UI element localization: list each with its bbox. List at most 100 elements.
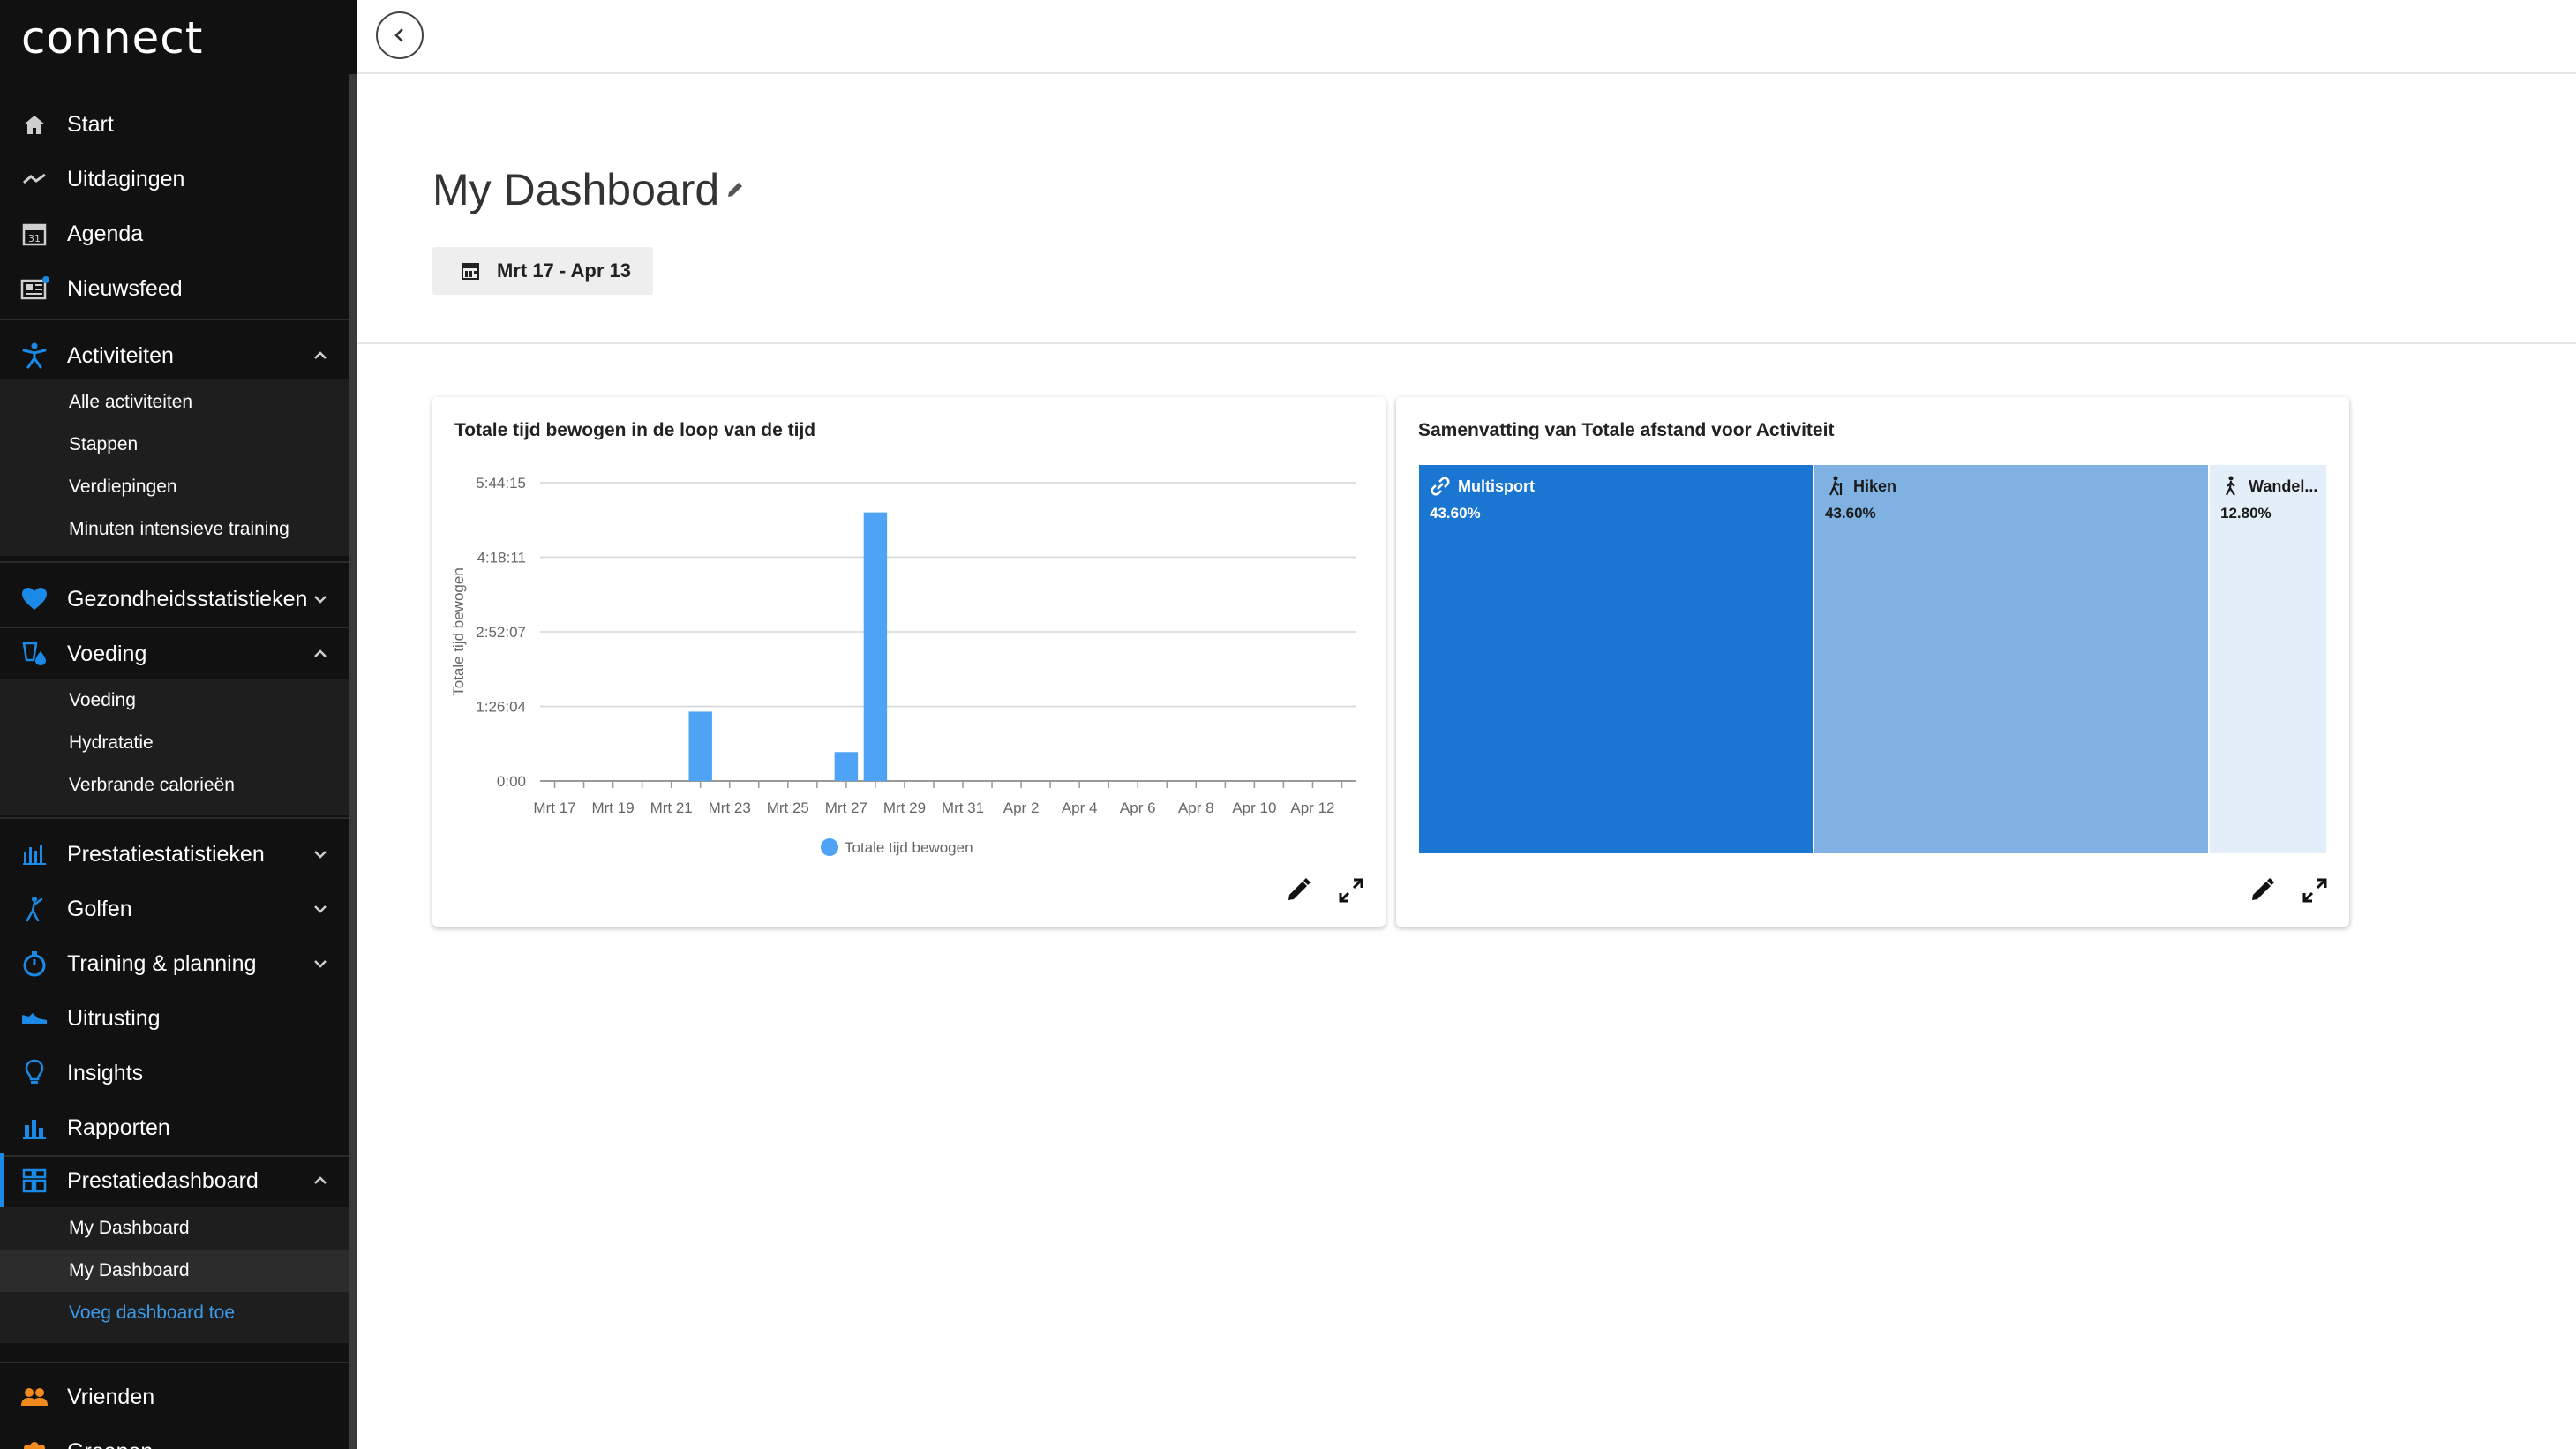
sidebar-item-label: Rapporten (67, 1115, 170, 1140)
sidebar-subitem-label: Voeding (69, 690, 136, 710)
sidebar-item-label: Gezondheidsstatistieken (67, 586, 308, 612)
x-tick-label: Apr 6 (1120, 800, 1156, 816)
sidebar-item-rapporten[interactable]: Rapporten (0, 1100, 349, 1155)
treemap-tile-name: Multisport (1458, 477, 1535, 495)
newsfeed-icon (19, 274, 49, 304)
bar (688, 711, 712, 781)
sidebar-item-voeding[interactable]: Voeding (0, 627, 349, 681)
sidebar-subitem-label: Stappen (69, 434, 139, 454)
back-button[interactable] (376, 11, 424, 59)
nutrition-icon (19, 639, 49, 669)
sidebar-item-prestatiedashboard[interactable]: Prestatiedashboard (0, 1153, 349, 1208)
sidebar-subitem-label: Alle activiteiten (69, 392, 193, 412)
stopwatch-icon (19, 949, 49, 979)
sidebar-subitem-label: Minuten intensieve training (69, 519, 289, 539)
add-dashboard-link[interactable]: Voeg dashboard toe (0, 1292, 349, 1334)
y-tick-label: 0:00 (497, 773, 526, 790)
x-tick-label: Apr 10 (1232, 800, 1276, 816)
sidebar-item-golfen[interactable]: Golfen (0, 882, 349, 936)
sidebar-subitem-my-dashboard-active[interactable]: My Dashboard (0, 1250, 349, 1292)
sidebar-item-label: Prestatiedashboard (67, 1167, 259, 1193)
sidebar-subitem-voeding[interactable]: Voeding (0, 679, 349, 722)
treemap-tile-multisport[interactable]: Multisport 43.60% (1419, 465, 1813, 853)
sidebar-subitem-alle-activiteiten[interactable]: Alle activiteiten (0, 381, 349, 424)
x-tick-label: Mrt 29 (883, 800, 926, 816)
treemap-tile-name: Hiken (1853, 477, 1897, 495)
sidebar-item-agenda[interactable]: 31 Agenda (0, 206, 349, 261)
connect-logo[interactable]: connect (21, 12, 203, 64)
sidebar-item-nieuwsfeed[interactable]: Nieuwsfeed (0, 261, 349, 316)
sidebar-item-label: Activiteiten (67, 342, 174, 368)
groups-icon (19, 1437, 49, 1449)
sidebar-item-training-planning[interactable]: Training & planning (0, 936, 349, 991)
chevron-down-icon[interactable] (311, 954, 330, 973)
edit-title-icon[interactable] (725, 180, 745, 199)
sidebar-item-label: Agenda (67, 221, 144, 246)
sidebar-subitem-verdiepingen[interactable]: Verdiepingen (0, 466, 349, 508)
legend-label: Totale tijd bewogen (845, 839, 973, 856)
x-tick-label: Mrt 21 (650, 800, 693, 816)
bar (863, 512, 888, 781)
sidebar-item-label: Start (67, 111, 114, 137)
sidebar-item-insights[interactable]: Insights (0, 1046, 349, 1100)
sidebar-item-vrienden[interactable]: Vrienden (0, 1370, 349, 1424)
sidebar-item-start[interactable]: Start (0, 97, 349, 152)
sidebar-item-groepen[interactable]: Groepen (0, 1424, 349, 1449)
bar-chart: 0:00 1:26:04 2:52:07 4:18:11 5:44:15 Totale t… (450, 475, 1356, 856)
sidebar-item-uitdagingen[interactable]: Uitdagingen (0, 152, 349, 206)
sidebar-scrollbar[interactable] (349, 74, 357, 1449)
heart-icon (19, 584, 49, 614)
card-actions (1283, 875, 1366, 905)
sidebar-subitem-verbrande-calorieen[interactable]: Verbrande calorieën (0, 764, 349, 807)
x-tick-label: Mrt 31 (942, 800, 984, 816)
sidebar-item-label: Uitrusting (67, 1005, 161, 1031)
dashboard-icon (19, 1166, 49, 1196)
sidebar-subitem-stappen[interactable]: Stappen (0, 424, 349, 466)
sidebar-subitem-minuten-intensieve-training[interactable]: Minuten intensieve training (0, 508, 349, 551)
x-tick-label: Mrt 19 (591, 800, 634, 816)
svg-text:31: 31 (28, 233, 41, 244)
sidebar-divider (0, 319, 349, 320)
treemap-tile-percent: 43.60% (1825, 505, 1876, 522)
sidebar-subitem-hydratatie[interactable]: Hydratatie (0, 722, 349, 764)
treemap-tile-percent: 43.60% (1430, 505, 1481, 522)
chevron-up-icon[interactable] (311, 644, 330, 664)
x-tick-label: Mrt 27 (825, 800, 867, 816)
treemap-tile-wandel[interactable]: Wandel... 12.80% (2210, 465, 2326, 853)
y-axis-title: Totale tijd bewogen (450, 567, 467, 696)
y-tick-label: 1:26:04 (476, 698, 526, 715)
sidebar-item-gezondheidsstatistieken[interactable]: Gezondheidsstatistieken (0, 572, 349, 627)
sidebar-subitem-label: My Dashboard (69, 1218, 190, 1238)
x-tick-label: Mrt 17 (533, 800, 575, 816)
chevron-up-icon[interactable] (311, 1171, 330, 1190)
expand-chart-button[interactable] (2300, 875, 2330, 905)
sidebar-item-uitrusting[interactable]: Uitrusting (0, 991, 349, 1046)
chevron-down-icon[interactable] (311, 589, 330, 609)
chevron-up-icon[interactable] (311, 346, 330, 365)
golf-icon (19, 894, 49, 924)
sidebar-item-label: Training & planning (67, 950, 257, 976)
date-range-label: Mrt 17 - Apr 13 (497, 259, 632, 282)
treemap-tile-percent: 12.80% (2220, 505, 2272, 522)
date-range-button[interactable]: Mrt 17 - Apr 13 (432, 247, 653, 295)
lightbulb-icon (19, 1058, 49, 1088)
x-tick-label: Apr 2 (1003, 800, 1040, 816)
expand-chart-button[interactable] (1336, 875, 1366, 905)
treemap-tile-name: Wandel... (2249, 477, 2318, 495)
sidebar-item-prestatiestatistieken[interactable]: Prestatiestatistieken (0, 827, 349, 882)
chevron-down-icon[interactable] (311, 899, 330, 919)
chevron-down-icon[interactable] (311, 845, 330, 864)
sidebar-divider (0, 561, 349, 563)
calendar-icon (462, 263, 479, 280)
sidebar-item-label: Golfen (67, 896, 132, 921)
sidebar-item-label: Uitdagingen (67, 166, 185, 191)
x-tick-label: Apr 4 (1062, 800, 1098, 816)
treemap-tile-hiken[interactable]: Hiken 43.60% (1814, 465, 2208, 853)
sidebar-item-activiteiten[interactable]: Activiteiten (0, 328, 349, 383)
edit-chart-button[interactable] (1283, 875, 1313, 905)
card-title: Samenvatting van Totale afstand voor Act… (1418, 420, 1835, 440)
sidebar-subitem-my-dashboard[interactable]: My Dashboard (0, 1207, 349, 1250)
hiking-icon (1825, 476, 1846, 497)
expand-icon (1339, 878, 1363, 903)
edit-chart-button[interactable] (2247, 875, 2277, 905)
